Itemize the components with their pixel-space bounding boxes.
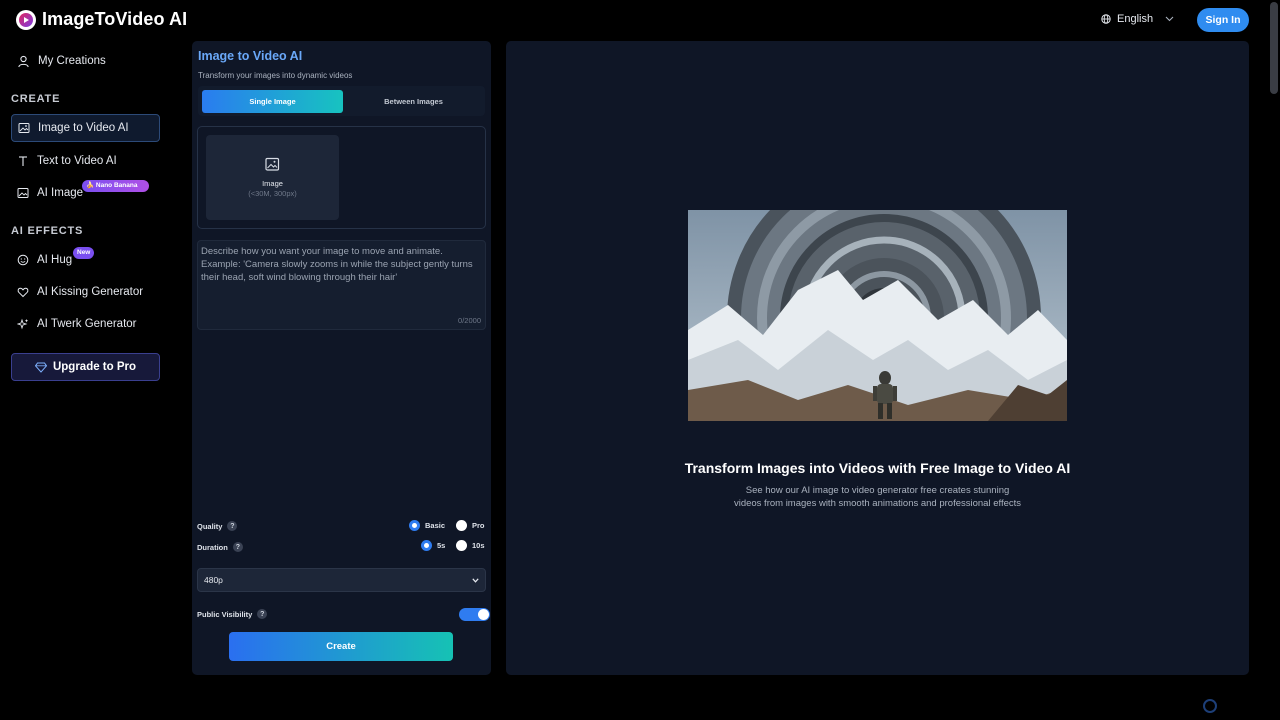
preview-panel: Transform Images into Videos with Free I… (506, 41, 1249, 675)
language-label: English (1117, 13, 1154, 25)
page-scrollbar[interactable] (1270, 2, 1278, 94)
logo[interactable]: ImageToVideo AI (16, 9, 187, 30)
create-button[interactable]: Create (229, 632, 453, 661)
panel-title: Image to Video AI (198, 49, 303, 63)
chevron-down-icon (472, 577, 479, 583)
banana-icon: 🍌 (86, 182, 96, 189)
upgrade-label: Upgrade to Pro (52, 361, 137, 373)
example-image (688, 210, 1067, 421)
watermark (1203, 699, 1217, 713)
user-icon (18, 55, 29, 67)
quality-label: Quality ? (197, 521, 238, 531)
help-icon[interactable]: ? (232, 542, 243, 552)
radio-selected-icon (409, 520, 420, 531)
mode-tabs: Single Image Between Images (198, 86, 485, 116)
sidebar-item-label: Text to Video AI (37, 155, 117, 167)
character-counter: 0/2000 (458, 316, 481, 325)
sidebar-item-label: AI Kissing Generator (37, 286, 144, 298)
sidebar-item-label: AI Hug (37, 254, 73, 266)
logo-play-icon (16, 9, 36, 30)
resolution-value: 480p (204, 575, 223, 585)
radio-unselected-icon (456, 540, 467, 551)
preview-title: Transform Images into Videos with Free I… (684, 460, 1071, 476)
picture-icon (17, 188, 29, 198)
text-icon (19, 156, 27, 166)
duration-10s-radio[interactable]: 10s (456, 540, 485, 551)
prompt-textarea[interactable] (198, 241, 485, 329)
image-upload-button[interactable]: Image (<30M, 300px) (206, 135, 339, 220)
sidebar-item-label: Image to Video AI (38, 122, 129, 134)
duration-5s-radio[interactable]: 5s (421, 540, 445, 551)
generator-panel: Image to Video AI Transform your images … (192, 41, 491, 675)
resolution-select[interactable]: 480p (197, 568, 486, 592)
public-visibility-toggle[interactable] (459, 608, 490, 621)
sidebar-item-label: AI Image (37, 187, 84, 199)
panel-subtitle: Transform your images into dynamic video… (198, 71, 353, 80)
diamond-icon (34, 362, 47, 373)
watermark-icon (1203, 699, 1217, 713)
upload-hint: (<30M, 300px) (248, 189, 297, 198)
ai-effects-heading: AI EFFECTS (11, 225, 84, 237)
chevron-down-icon (1165, 16, 1174, 22)
sidebar-item-text-to-video[interactable]: Text to Video AI (11, 147, 160, 175)
quality-basic-radio[interactable]: Basic (409, 520, 445, 531)
logo-text: ImageToVideo AI (42, 9, 188, 29)
smile-icon (17, 254, 29, 266)
duration-label: Duration ? (197, 542, 243, 552)
globe-icon (1101, 14, 1111, 24)
public-visibility-label: Public Visibility ? (197, 609, 268, 619)
heart-icon (17, 287, 29, 298)
sparkles-icon (17, 318, 29, 330)
language-selector[interactable]: English (1101, 13, 1174, 25)
sidebar-item-label: AI Twerk Generator (37, 318, 137, 330)
sidebar-item-my-creations[interactable]: My Creations (11, 47, 160, 75)
new-badge: New (73, 247, 95, 259)
sidebar-item-image-to-video[interactable]: Image to Video AI (11, 114, 160, 142)
create-heading: CREATE (11, 93, 61, 105)
radio-unselected-icon (456, 520, 467, 531)
image-upload-icon (264, 157, 279, 171)
prompt-box: 0/2000 (197, 240, 486, 330)
sidebar-item-ai-kissing[interactable]: AI Kissing Generator (11, 278, 160, 306)
sidebar-item-ai-twerk[interactable]: AI Twerk Generator (11, 310, 160, 338)
example-image-art (688, 210, 1067, 421)
preview-description: See how our AI image to video generator … (733, 485, 1022, 509)
upgrade-to-pro-button[interactable]: Upgrade to Pro (11, 353, 160, 381)
quality-pro-radio[interactable]: Pro (456, 520, 485, 531)
help-icon[interactable]: ? (257, 609, 268, 619)
image-icon (18, 123, 30, 133)
sign-in-button[interactable]: Sign In (1197, 8, 1249, 32)
radio-selected-icon (421, 540, 432, 551)
help-icon[interactable]: ? (227, 521, 238, 531)
sidebar-item-label: My Creations (38, 55, 106, 67)
nano-banana-badge: 🍌 Nano Banana (82, 180, 149, 192)
tab-between-images[interactable]: Between Images (343, 90, 484, 113)
tab-single-image[interactable]: Single Image (202, 90, 343, 113)
upload-area: Image (<30M, 300px) (197, 126, 486, 229)
upload-label: Image (262, 179, 283, 188)
